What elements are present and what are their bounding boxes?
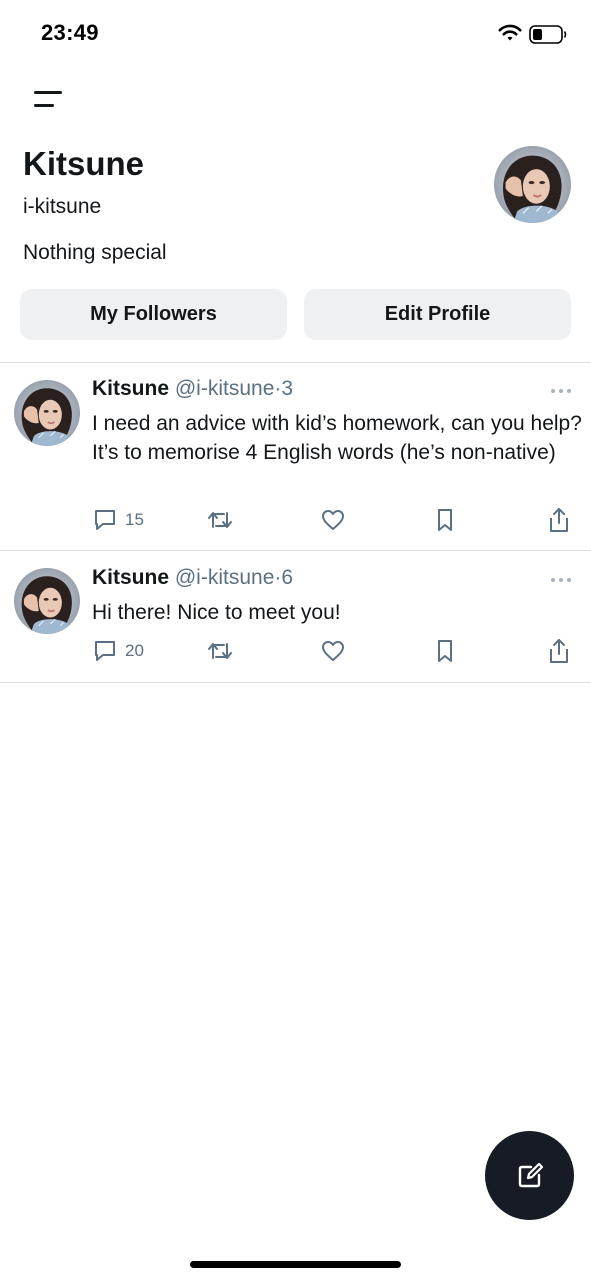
- tweet-time: 3: [281, 377, 294, 400]
- edit-profile-button[interactable]: Edit Profile: [304, 289, 571, 340]
- tweet-avatar[interactable]: [14, 380, 80, 446]
- share-button[interactable]: [547, 637, 571, 665]
- retweet-icon: [208, 512, 232, 528]
- profile-bio: Nothing special: [23, 241, 167, 264]
- heart-icon: [322, 641, 344, 661]
- home-indicator[interactable]: [190, 1261, 401, 1268]
- heart-icon: [322, 510, 344, 530]
- wifi-icon: [498, 24, 522, 41]
- reply-button[interactable]: 15: [92, 506, 144, 534]
- tweet-author[interactable]: Kitsune: [92, 377, 169, 400]
- tweet[interactable]: Kitsune @i-kitsune·6 Hi there! Nice to m…: [0, 551, 591, 682]
- status-time: 23:49: [41, 20, 99, 45]
- share-icon: [550, 639, 568, 663]
- more-options-icon[interactable]: [550, 576, 572, 584]
- tweet-avatar[interactable]: [14, 568, 80, 634]
- bookmark-button[interactable]: [434, 637, 456, 665]
- profile-handle: i-kitsune: [23, 195, 102, 218]
- tweet-actions: 15: [92, 506, 582, 534]
- reply-count: 20: [125, 641, 144, 660]
- status-bar: 23:49: [0, 0, 591, 70]
- tweet-actions: 20: [92, 637, 582, 665]
- bookmark-icon: [438, 509, 452, 531]
- menu-button[interactable]: [26, 82, 70, 118]
- tweet-username[interactable]: @i-kitsune: [175, 566, 275, 589]
- retweet-button[interactable]: [206, 637, 234, 665]
- battery-icon: [529, 25, 567, 44]
- bookmark-icon: [438, 640, 452, 662]
- like-button[interactable]: [320, 637, 346, 665]
- tweet-author[interactable]: Kitsune: [92, 566, 169, 589]
- tweet-username[interactable]: @i-kitsune: [175, 377, 275, 400]
- tweet-header: Kitsune @i-kitsune·6: [92, 566, 293, 590]
- profile-avatar[interactable]: [494, 146, 571, 223]
- tweet-header: Kitsune @i-kitsune·3: [92, 377, 293, 401]
- like-button[interactable]: [320, 506, 346, 534]
- reply-count: 15: [125, 510, 144, 529]
- share-icon: [550, 508, 568, 532]
- reply-button[interactable]: 20: [92, 637, 144, 665]
- compose-icon: [518, 1162, 543, 1187]
- reply-icon: [95, 641, 115, 661]
- reply-icon: [95, 510, 115, 530]
- compose-button[interactable]: [485, 1131, 574, 1220]
- share-button[interactable]: [547, 506, 571, 534]
- more-options-icon[interactable]: [550, 387, 572, 395]
- menu-icon: [34, 91, 62, 107]
- tweet-time: 6: [281, 566, 294, 589]
- divider: [0, 682, 591, 683]
- retweet-button[interactable]: [206, 506, 234, 534]
- tweet-text: Hi there! Nice to meet you!: [92, 601, 341, 624]
- tweet-text: I need an advice with kid’s homework, ca…: [92, 412, 582, 464]
- tweet[interactable]: Kitsune @i-kitsune·3 I need an advice wi…: [0, 363, 591, 550]
- bookmark-button[interactable]: [434, 506, 456, 534]
- profile-name: Kitsune: [23, 145, 145, 182]
- retweet-icon: [208, 643, 232, 659]
- my-followers-button[interactable]: My Followers: [20, 289, 287, 340]
